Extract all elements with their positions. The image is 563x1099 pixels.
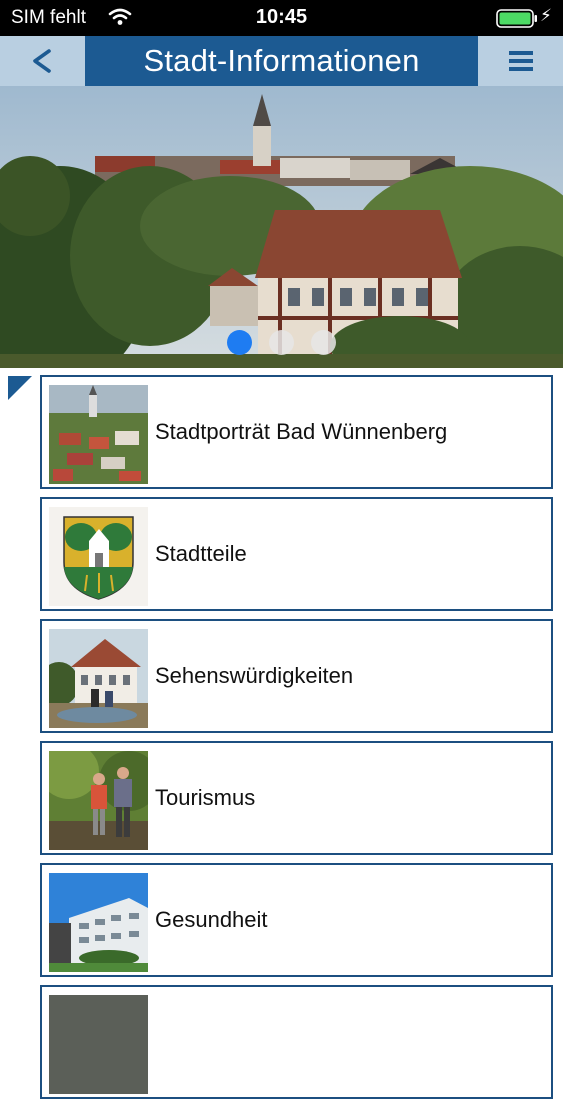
list-item-tourismus[interactable]: Tourismus — [40, 741, 553, 855]
navigation-bar: Stadt-Informationen — [0, 36, 563, 86]
list-corner-marker — [8, 376, 32, 400]
hamburger-menu-icon — [508, 51, 533, 71]
slide-indicator — [0, 330, 563, 356]
page-title: Stadt-Informationen — [85, 36, 478, 86]
list-item-sehenswuerdigkeiten[interactable]: Sehenswürdigkeiten — [40, 619, 553, 733]
list-item-label: Tourismus — [155, 785, 256, 810]
town-panorama-image — [0, 86, 563, 368]
list-item-partial[interactable] — [40, 985, 553, 1099]
back-button[interactable] — [0, 36, 84, 86]
town-aerial-thumbnail — [49, 385, 148, 484]
slide-dot[interactable] — [311, 330, 336, 355]
list-item-stadtteile[interactable]: Stadtteile — [40, 497, 553, 611]
menu-button[interactable] — [478, 36, 563, 86]
clinic-building-thumbnail — [49, 873, 148, 972]
list-item-thumbnail — [49, 995, 148, 1094]
list-item-stadtportraet[interactable]: Stadtporträt Bad Wünnenberg — [40, 375, 553, 489]
hikers-thumbnail — [49, 751, 148, 850]
list-item-label: Gesundheit — [155, 907, 268, 932]
status-bar: SIM fehlt 10:45 ⚡ — [0, 0, 563, 36]
charging-bolt-icon: ⚡ — [540, 6, 552, 25]
list-item-label: Stadtporträt Bad Wünnenberg — [155, 419, 448, 444]
hero-image-slider[interactable] — [0, 86, 563, 368]
list-item-label: Stadtteile — [155, 541, 247, 566]
half-timbered-house-thumbnail — [49, 629, 148, 728]
clock: 10:45 — [255, 6, 308, 28]
coat-of-arms-thumbnail — [49, 507, 148, 606]
list-item-gesundheit[interactable]: Gesundheit — [40, 863, 553, 977]
battery-icon — [496, 9, 538, 33]
slide-dot-active[interactable] — [227, 330, 252, 355]
chevron-left-icon — [33, 49, 51, 73]
slide-dot[interactable] — [269, 330, 294, 355]
list-item-label: Sehenswürdigkeiten — [155, 663, 354, 688]
